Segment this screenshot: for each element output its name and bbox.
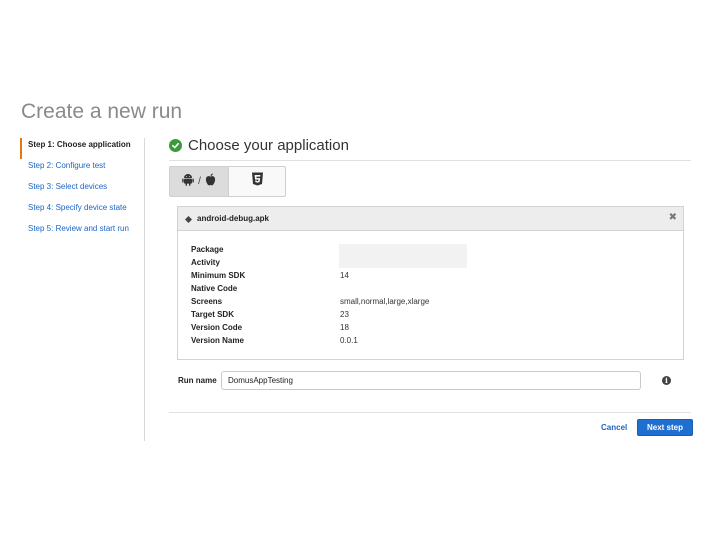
section-heading: Choose your application (169, 137, 349, 154)
platform-toggle: / (169, 166, 286, 197)
web-app-button[interactable] (229, 167, 285, 196)
step-choose-application[interactable]: Step 1: Choose application (20, 138, 144, 159)
platform-separator: / (198, 176, 201, 187)
detail-label-minimum-sdk: Minimum SDK (191, 271, 246, 280)
next-step-button[interactable]: Next step (637, 419, 693, 436)
step-specify-device-state[interactable]: Step 4: Specify device state (20, 201, 144, 222)
application-panel: android-debug.apk ✖ Package Activity Min… (177, 206, 684, 360)
detail-value-screens: small,normal,large,xlarge (340, 297, 430, 306)
detail-value-minimum-sdk: 14 (340, 271, 349, 280)
divider (169, 412, 691, 413)
detail-label-target-sdk: Target SDK (191, 310, 234, 319)
step-configure-test[interactable]: Step 2: Configure test (20, 159, 144, 180)
application-file-name: android-debug.apk (197, 214, 269, 223)
cancel-button[interactable]: Cancel (601, 423, 627, 432)
run-name-label: Run name (178, 376, 217, 385)
apple-icon (205, 172, 216, 191)
android-icon (182, 173, 194, 191)
detail-label-activity: Activity (191, 258, 220, 267)
diamond-icon (185, 210, 192, 228)
wizard-steps: Step 1: Choose application Step 2: Confi… (20, 138, 145, 441)
native-app-button[interactable]: / (170, 167, 229, 196)
detail-label-native-code: Native Code (191, 284, 238, 293)
detail-value-version-name: 0.0.1 (340, 336, 358, 345)
detail-value-target-sdk: 23 (340, 310, 349, 319)
step-review-and-start-run[interactable]: Step 5: Review and start run (20, 222, 144, 243)
detail-label-version-name: Version Name (191, 336, 244, 345)
detail-value-version-code: 18 (340, 323, 349, 332)
info-icon[interactable]: i (662, 376, 671, 385)
detail-label-screens: Screens (191, 297, 223, 306)
check-circle-icon (169, 139, 182, 152)
redacted-value-box (339, 244, 467, 268)
section-heading-text: Choose your application (188, 137, 349, 154)
page-title: Create a new run (21, 100, 183, 123)
run-name-input[interactable] (221, 371, 641, 390)
detail-label-version-code: Version Code (191, 323, 243, 332)
detail-label-package: Package (191, 245, 224, 254)
html5-icon (251, 172, 264, 191)
close-icon[interactable]: ✖ (669, 212, 677, 223)
step-select-devices[interactable]: Step 3: Select devices (20, 180, 144, 201)
application-panel-header: android-debug.apk ✖ (178, 207, 683, 231)
divider (169, 160, 691, 161)
